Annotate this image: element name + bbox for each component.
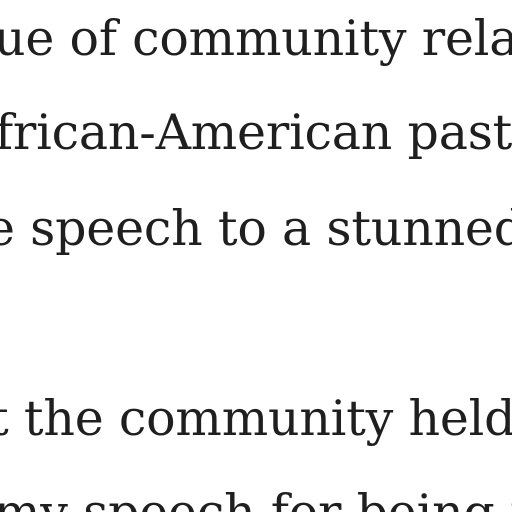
paragraph-1-line-1: ue of community rela bbox=[0, 10, 512, 67]
paragraph-1-line-3: e speech to a stunned bbox=[0, 200, 512, 257]
article-body: ue of community rela frican-American pas… bbox=[0, 0, 512, 512]
paragraph-1-line-2: frican-American past bbox=[0, 104, 512, 161]
paragraph-2-line-1: t the community held bbox=[0, 390, 512, 447]
page-viewport: ue of community rela frican-American pas… bbox=[0, 0, 512, 512]
paragraph-2-line-2: my speech for being i bbox=[0, 488, 512, 512]
